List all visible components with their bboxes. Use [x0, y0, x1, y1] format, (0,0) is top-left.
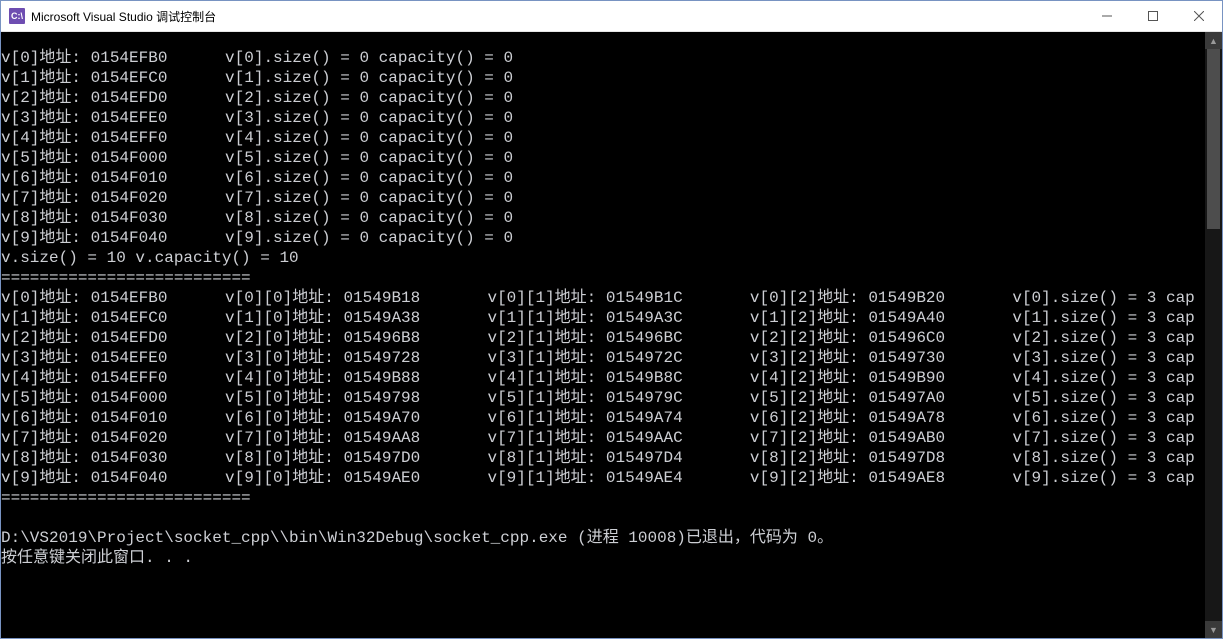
titlebar: C:\ Microsoft Visual Studio 调试控制台: [1, 1, 1222, 32]
window-title: Microsoft Visual Studio 调试控制台: [31, 8, 1084, 25]
console-area: v[0]地址: 0154EFB0 v[0].size() = 0 capacit…: [1, 32, 1222, 638]
scrollbar-down-arrow[interactable]: ▼: [1205, 621, 1222, 638]
scrollbar-track[interactable]: [1205, 49, 1222, 621]
minimize-icon: [1102, 11, 1112, 21]
scrollbar-thumb[interactable]: [1207, 49, 1220, 229]
close-button[interactable]: [1176, 1, 1222, 31]
maximize-icon: [1148, 11, 1158, 21]
vertical-scrollbar[interactable]: ▲ ▼: [1205, 32, 1222, 638]
console-output[interactable]: v[0]地址: 0154EFB0 v[0].size() = 0 capacit…: [1, 48, 1205, 622]
maximize-button[interactable]: [1130, 1, 1176, 31]
scrollbar-up-arrow[interactable]: ▲: [1205, 32, 1222, 49]
window-controls: [1084, 1, 1222, 31]
app-icon: C:\: [9, 8, 25, 24]
console-window: C:\ Microsoft Visual Studio 调试控制台 v[0]地址…: [0, 0, 1223, 639]
minimize-button[interactable]: [1084, 1, 1130, 31]
close-icon: [1194, 11, 1204, 21]
